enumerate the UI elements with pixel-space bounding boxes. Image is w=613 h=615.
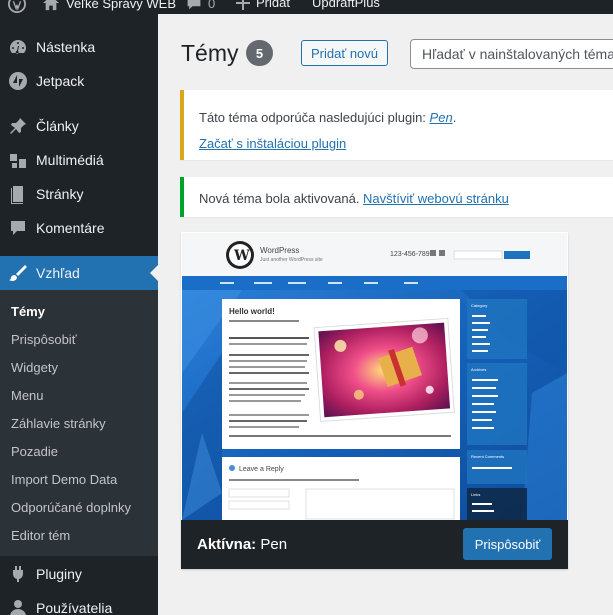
jetpack-icon [0,71,36,91]
plugin-pen-link[interactable]: Pen [430,110,453,125]
menu-label: Multimédiá [36,152,104,168]
menu-item-jetpack[interactable]: Jetpack [0,64,158,98]
menu-item-plugins[interactable]: Pluginy [0,557,158,591]
plugin-icon [0,564,36,584]
menu-label: Používatelia [36,600,113,615]
updraftplus-label: UpdraftPlus [312,0,380,10]
pin-icon [0,116,36,136]
add-new-theme-button[interactable]: Pridať novú [301,40,388,66]
menu-label: Jetpack [36,73,85,89]
preview-post-title: Hello world! [229,307,275,316]
preview-site-title: WordPress [260,246,299,255]
brush-icon [0,263,36,283]
active-theme-card[interactable]: W WordPress Just another WordPress site … [181,232,568,569]
plugin-notice-period: . [452,110,457,125]
theme-count-badge: 5 [246,40,273,66]
plugin-notice-text: Táto téma odporúča nasledujúci plugin: P… [199,110,456,125]
admin-bar: Veľké Správy WEB 0 Pridať UpdraftPlus [0,0,613,14]
activated-notice-text: Nová téma bola aktivovaná. Navštíviť web… [199,191,509,206]
customize-theme-button[interactable]: Prispôsobiť [463,528,552,560]
comment-icon [0,218,36,238]
menu-item-pages[interactable]: Stránky [0,177,158,211]
dashboard-icon [0,37,36,57]
new-content-link[interactable]: Pridať [236,0,291,10]
menu-label: Články [36,118,79,134]
begin-installing-plugin-link[interactable]: Začať s inštaláciou plugin [199,136,346,151]
submenu-item-themes[interactable]: Témy [11,304,45,319]
theme-info-bar: Aktívna: Pen Prispôsobiť [181,520,568,569]
preview-widget-category: Category [471,303,487,308]
menu-item-media[interactable]: Multimédiá [0,143,158,177]
theme-name: Aktívna: Pen [197,536,287,553]
menu-label: Komentáre [36,220,105,236]
submenu-item-customize[interactable]: Prispôsobiť [11,332,77,347]
menu-label: Pluginy [36,566,82,582]
site-name: Veľké Správy WEB [66,0,176,11]
home-icon [43,0,59,11]
submenu-item-header[interactable]: Záhlavie stránky [11,416,106,431]
preview-tagline: Just another WordPress site [260,257,323,263]
menu-label: Nástenka [36,39,96,55]
menu-item-posts[interactable]: Články [0,109,158,143]
submenu-item-widgets[interactable]: Widgety [11,360,58,375]
new-label: Pridať [256,0,292,10]
site-name-link[interactable]: Veľké Správy WEB [42,0,176,11]
preview-phone: 123-456-789 [390,251,430,258]
submenu-item-background[interactable]: Pozadie [11,444,58,459]
comments-count: 0 [208,0,216,11]
theme-activated-notice: Nová téma bola aktivovaná. Navštíviť web… [180,177,613,217]
plugin-notice-message: Táto téma odporúča nasledujúci plugin: [199,110,430,125]
menu-item-dashboard[interactable]: Nástenka [0,30,158,64]
comment-bubble-icon [187,0,201,10]
theme-screenshot[interactable]: W WordPress Just another WordPress site … [182,233,567,520]
updraftplus-link[interactable]: UpdraftPlus [312,0,380,10]
menu-item-users[interactable]: Používatelia [0,591,158,615]
visit-site-link[interactable]: Navštíviť webovú stránku [363,191,509,206]
menu-label: Vzhľad [36,265,80,281]
menu-item-comments[interactable]: Komentáre [0,211,158,245]
menu-item-appearance[interactable]: Vzhľad [0,256,158,290]
comments-link[interactable]: 0 [186,0,215,11]
pages-icon [0,184,36,204]
preview-reply-title: Leave a Reply [239,466,284,473]
preview-widget-links: Links [471,492,480,497]
users-icon [0,598,36,615]
plus-icon [236,0,250,10]
activated-message: Nová téma bola aktivovaná. [199,191,364,206]
appearance-submenu: Témy Prispôsobiť Widgety Menu Záhlavie s… [0,290,158,556]
plugin-recommendation-notice: Táto téma odporúča nasledujúci plugin: P… [180,90,613,160]
wp-logo-icon[interactable] [8,0,26,13]
menu-label: Stránky [36,186,84,202]
active-theme-name: Pen [260,536,288,553]
preview-widget-archives: Archives [471,367,486,372]
preview-widget-recent-comments: Recent Comments [471,454,504,459]
search-themes-input[interactable] [410,39,613,69]
media-icon [0,150,36,170]
submenu-item-theme-editor[interactable]: Editor tém [11,528,70,543]
page-title: Témy [181,40,239,66]
submenu-item-recommended-plugins[interactable]: Odporúčané doplnky [11,500,131,515]
submenu-item-import-demo[interactable]: Import Demo Data [11,472,117,487]
submenu-item-menus[interactable]: Menu [11,388,44,403]
svg-text:W: W [233,248,250,264]
active-label: Aktívna: [197,536,257,553]
